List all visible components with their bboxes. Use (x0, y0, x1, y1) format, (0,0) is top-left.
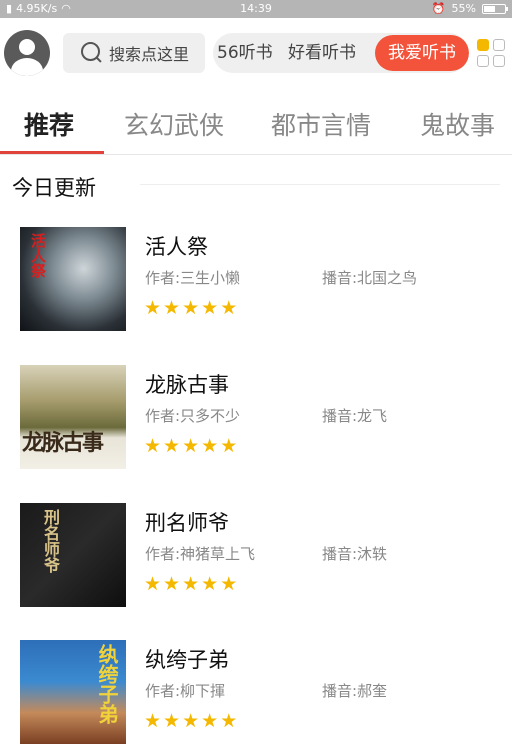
tab-ghost-stories[interactable]: 鬼故事 (420, 106, 495, 142)
avatar-body-shape (11, 58, 43, 76)
book-item[interactable]: 龙脉古事 龙脉古事 作者:只多不少 播音:龙飞 ★ ★ ★ ★ ★ (0, 365, 512, 475)
star-icon: ★ (182, 297, 200, 319)
star-icon: ★ (163, 435, 181, 457)
cover-title: 龙脉古事 (22, 431, 104, 456)
avatar-head-shape (19, 39, 35, 55)
star-icon: ★ (220, 297, 238, 319)
avatar[interactable] (4, 30, 50, 76)
star-rating: ★ ★ ★ ★ ★ (144, 574, 237, 594)
star-icon: ★ (182, 435, 200, 457)
section-title: 今日更新 (12, 176, 96, 200)
status-right: ⏰ 55% (431, 2, 508, 15)
header: 搜索点这里 56听书 好看听书 我爱听书 (0, 18, 512, 92)
search-placeholder: 搜索点这里 (109, 45, 190, 64)
alarm-icon: ⏰ (431, 2, 446, 15)
section-divider (140, 184, 500, 185)
source-chips: 56听书 好看听书 我爱听书 (213, 33, 469, 73)
tab-fantasy-martial[interactable]: 玄幻武侠 (124, 106, 224, 142)
search-icon (81, 42, 103, 64)
star-icon: ★ (144, 435, 162, 457)
search-bar[interactable]: 搜索点这里 (63, 33, 205, 73)
star-icon: ★ (144, 710, 162, 732)
book-cover[interactable]: 活人祭 (20, 227, 126, 331)
cover-title: 刑名师爷 (41, 509, 60, 573)
star-icon: ★ (144, 573, 162, 595)
book-title: 刑名师爷 (145, 511, 229, 535)
category-tabs: 推荐 玄幻武侠 都市言情 鬼故事 (0, 92, 512, 156)
battery-percent: 55% (451, 2, 476, 15)
tabs-divider (0, 154, 512, 155)
book-author: 作者:神猪草上飞 (145, 545, 256, 563)
star-icon: ★ (144, 297, 162, 319)
book-item[interactable]: 活人祭 活人祭 作者:三生小懒 播音:北国之鸟 ★ ★ ★ ★ ★ (0, 227, 512, 337)
book-cover[interactable]: 刑名师爷 (20, 503, 126, 607)
battery-icon (482, 3, 508, 14)
cover-title: 纨绔子弟 (95, 644, 119, 724)
book-narrator: 播音:龙飞 (322, 407, 388, 425)
book-author: 作者:只多不少 (145, 407, 241, 425)
star-icon: ★ (201, 573, 219, 595)
book-item[interactable]: 刑名师爷 刑名师爷 作者:神猪草上飞 播音:沐轶 ★ ★ ★ ★ ★ (0, 503, 512, 613)
chip-woai-tingshu[interactable]: 我爱听书 (375, 35, 469, 71)
book-author: 作者:三生小懒 (145, 269, 241, 287)
star-icon: ★ (201, 297, 219, 319)
book-narrator: 播音:郝奎 (322, 682, 388, 700)
star-icon: ★ (182, 573, 200, 595)
book-title: 活人祭 (145, 235, 208, 259)
chip-56-tingshu[interactable]: 56听书 (217, 33, 273, 73)
book-title: 龙脉古事 (145, 373, 229, 397)
chip-haokan-tingshu[interactable]: 好看听书 (288, 33, 356, 73)
tab-urban-romance[interactable]: 都市言情 (271, 106, 371, 142)
star-icon: ★ (220, 710, 238, 732)
grid-menu-icon[interactable] (477, 39, 507, 69)
star-icon: ★ (220, 573, 238, 595)
star-icon: ★ (201, 435, 219, 457)
star-rating: ★ ★ ★ ★ ★ (144, 436, 237, 456)
star-icon: ★ (163, 297, 181, 319)
cover-title: 活人祭 (29, 233, 47, 278)
star-rating: ★ ★ ★ ★ ★ (144, 298, 237, 318)
star-icon: ★ (220, 435, 238, 457)
book-item[interactable]: 纨绔子弟 纨绔子弟 作者:柳下揮 播音:郝奎 ★ ★ ★ ★ ★ (0, 640, 512, 750)
star-icon: ★ (163, 573, 181, 595)
book-narrator: 播音:沐轶 (322, 545, 388, 563)
star-icon: ★ (201, 710, 219, 732)
book-author: 作者:柳下揮 (145, 682, 226, 700)
star-icon: ★ (182, 710, 200, 732)
book-title: 纨绔子弟 (145, 648, 229, 672)
star-rating: ★ ★ ★ ★ ★ (144, 711, 237, 731)
status-bar: ▮ 4.95K/s ◠ 14:39 ⏰ 55% (0, 0, 512, 18)
book-narrator: 播音:北国之鸟 (322, 269, 418, 287)
book-cover[interactable]: 纨绔子弟 (20, 640, 126, 744)
tab-recommend[interactable]: 推荐 (24, 106, 74, 142)
star-icon: ★ (163, 710, 181, 732)
book-cover[interactable]: 龙脉古事 (20, 365, 126, 469)
